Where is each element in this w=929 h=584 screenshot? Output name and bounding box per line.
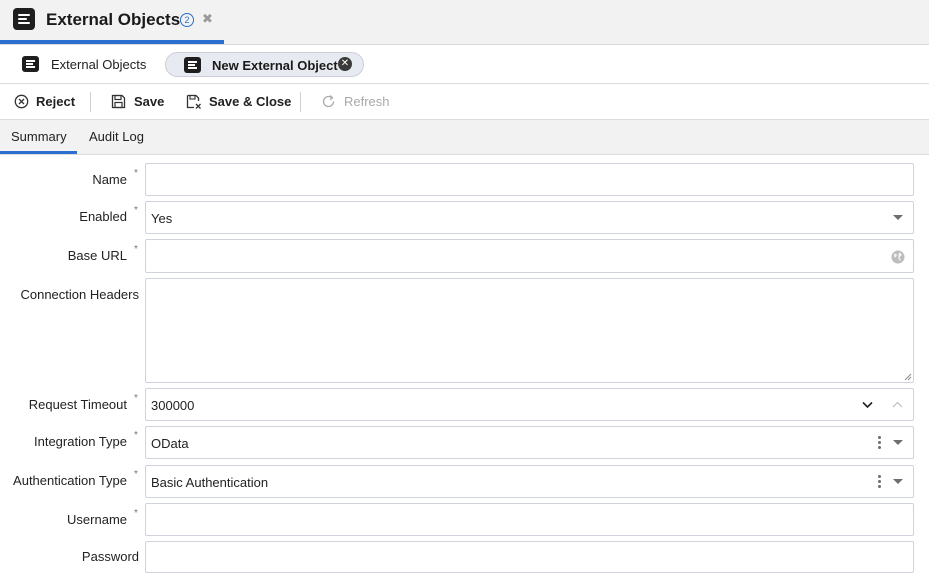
required-marker: * [134,430,138,441]
window-header: External Objects 2 ✖ [0,0,929,45]
required-marker: * [134,393,138,404]
base-url-label: Base URL [67,248,127,263]
dropdown-caret-icon[interactable] [893,479,903,484]
save-button[interactable]: Save [134,94,164,109]
required-marker: * [134,168,138,179]
authentication-type-label: Authentication Type [13,473,127,488]
reject-circle-x-icon[interactable] [14,94,29,109]
globe-icon[interactable] [891,250,905,264]
username-input[interactable] [145,503,914,536]
chevron-up-icon [892,401,903,408]
chevron-down-icon[interactable] [862,401,873,409]
password-label: Password [81,549,139,564]
kebab-icon[interactable] [878,436,881,451]
enabled-select[interactable]: Yes [145,201,914,234]
enabled-value: Yes [151,211,173,226]
record-tab-new-external-object[interactable]: New External Object ✕ [165,52,364,77]
required-marker: * [134,508,138,519]
enabled-label: Enabled [79,209,127,224]
authentication-type-select[interactable]: Basic Authentication [145,465,914,498]
close-window-icon[interactable]: ✖ [202,11,213,27]
toolbar-divider [300,92,301,112]
count-badge: 2 [180,13,194,27]
connection-headers-textarea[interactable] [145,278,914,383]
base-url-input[interactable] [145,239,914,273]
refresh-button: Refresh [344,94,390,109]
name-input[interactable] [145,163,914,196]
close-tab-icon[interactable]: ✕ [338,57,352,71]
textarea-resize-icon[interactable] [904,373,912,381]
integration-type-label: Integration Type [34,434,127,449]
toolbar-divider [90,92,91,112]
save-close-icon[interactable] [186,94,202,110]
menu-list-icon [22,56,39,72]
connection-headers-label: Connection Headers [20,287,139,302]
action-toolbar: Reject Save Save & Close Refresh [0,84,929,120]
tab-summary[interactable]: Summary [11,129,67,144]
authentication-type-value: Basic Authentication [151,475,269,490]
save-disk-icon[interactable] [111,94,126,109]
name-label: Name [92,172,127,187]
refresh-icon [322,95,335,108]
menu-list-icon [184,57,201,73]
kebab-icon[interactable] [878,475,881,490]
dropdown-caret-icon[interactable] [893,440,903,445]
username-label: Username [67,512,127,527]
request-timeout-label: Request Timeout [28,397,127,412]
active-window-indicator [0,40,224,44]
active-tab-indicator [0,151,77,154]
required-marker: * [134,244,138,255]
password-input[interactable] [145,541,914,573]
integration-type-value: OData [151,436,189,451]
tab-audit-log[interactable]: Audit Log [89,129,144,144]
form-tab-bar: Summary Audit Log [0,120,929,155]
required-marker: * [134,205,138,216]
request-timeout-value: 300000 [151,398,195,413]
record-tab-label: New External Object [212,58,338,73]
menu-list-icon[interactable] [13,8,35,30]
integration-type-select[interactable]: OData [145,426,914,459]
request-timeout-number-input[interactable]: 300000 [145,388,914,421]
window-title: External Objects [46,10,181,29]
save-and-close-button[interactable]: Save & Close [209,94,291,109]
record-tab-external-objects[interactable]: External Objects [51,57,146,72]
dropdown-caret-icon[interactable] [893,215,903,220]
required-marker: * [134,469,138,480]
reject-button[interactable]: Reject [36,94,75,109]
record-tab-bar: External Objects New External Object ✕ [0,45,929,84]
